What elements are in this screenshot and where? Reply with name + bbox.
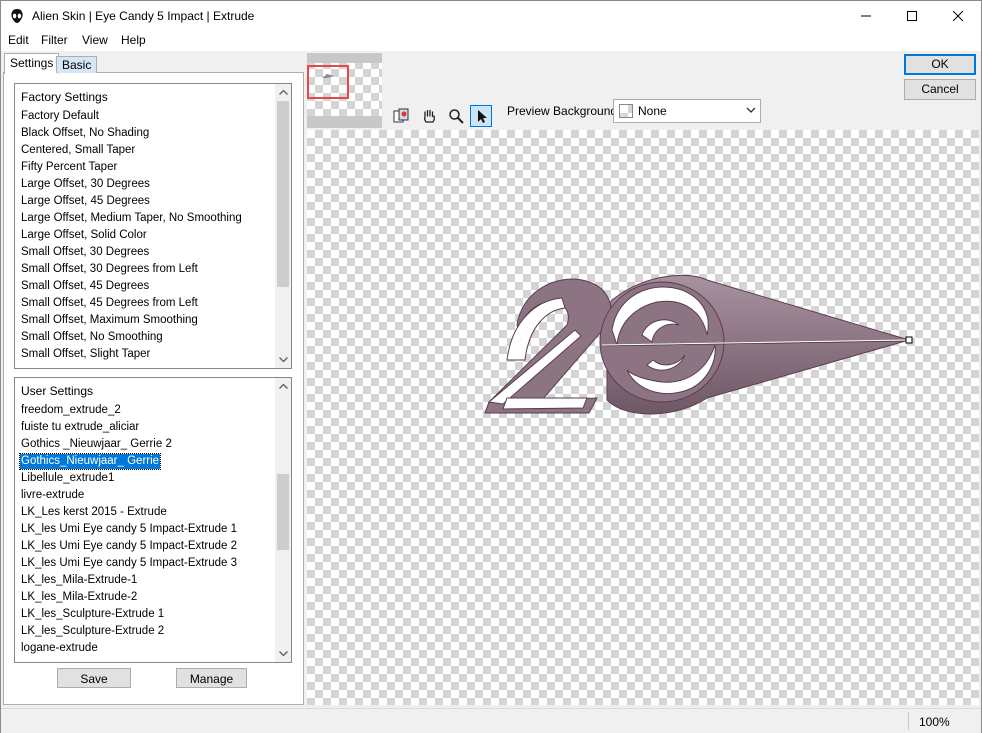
status-divider xyxy=(908,712,909,730)
factory-settings-header: Factory Settings xyxy=(21,90,108,104)
preview-background-value: None xyxy=(638,104,667,118)
user-settings-item[interactable]: freedom_extrude_2 xyxy=(20,403,122,418)
status-bar: 100% xyxy=(1,708,981,733)
minimize-button[interactable] xyxy=(843,1,889,30)
user-settings-item[interactable]: LK_Les kerst 2015 - Extrude xyxy=(20,505,168,520)
navigator-strip-bottom xyxy=(307,116,382,128)
pointer-icon xyxy=(478,110,487,123)
factory-settings-item[interactable]: Factory Default xyxy=(20,109,100,124)
user-scroll-thumb[interactable] xyxy=(277,474,289,550)
user-settings-header: User Settings xyxy=(21,384,94,398)
scroll-up-icon[interactable] xyxy=(275,378,291,394)
user-settings-item[interactable]: LK_les_Mila-Extrude-2 xyxy=(20,590,138,605)
user-settings-item[interactable]: logane-extrude xyxy=(20,641,99,656)
zoom-tool[interactable] xyxy=(445,105,467,127)
save-button[interactable]: Save xyxy=(57,668,131,688)
factory-settings-item[interactable]: Large Offset, Medium Taper, No Smoothing xyxy=(20,211,243,226)
close-icon xyxy=(953,10,963,21)
factory-scrollbar[interactable] xyxy=(275,84,291,368)
factory-settings-item[interactable]: Large Offset, 45 Degrees xyxy=(20,194,151,209)
menu-bar: Edit Filter View Help xyxy=(1,30,981,51)
preview-canvas[interactable] xyxy=(307,130,979,705)
user-settings-item[interactable]: Gothics _Nieuwjaar_ Gerrie 2 xyxy=(20,437,173,452)
factory-settings-item[interactable]: Small Offset, 45 Degrees from Left xyxy=(20,296,199,311)
scroll-down-icon[interactable] xyxy=(275,352,291,368)
maximize-icon xyxy=(907,10,917,21)
user-settings-item[interactable]: livre-extrude xyxy=(20,488,85,503)
zoom-level: 100% xyxy=(919,715,950,729)
background-swatch-icon xyxy=(619,104,633,118)
menu-view[interactable]: View xyxy=(82,33,108,47)
pointer-tool[interactable] xyxy=(470,105,492,127)
factory-settings-item[interactable]: Small Offset, 30 Degrees from Left xyxy=(20,262,199,277)
scroll-up-icon[interactable] xyxy=(275,84,291,100)
menu-filter[interactable]: Filter xyxy=(41,33,68,47)
factory-scroll-thumb[interactable] xyxy=(277,101,289,287)
navigator-strip-top xyxy=(307,53,382,63)
settings-panel: Settings Basic Factory Settings Factory … xyxy=(1,51,305,705)
preview-compare-icon xyxy=(393,108,409,123)
factory-settings-item[interactable]: Black Offset, No Shading xyxy=(20,126,150,141)
factory-settings-item[interactable]: Small Offset, Maximum Smoothing xyxy=(20,313,199,328)
ok-button[interactable]: OK xyxy=(904,54,976,75)
direction-handle[interactable] xyxy=(905,336,913,344)
factory-settings-item[interactable]: Large Offset, Solid Color xyxy=(20,228,148,243)
navigator-view-frame[interactable] xyxy=(307,65,349,99)
user-settings-item[interactable]: Libellule_extrude1 xyxy=(20,471,115,486)
manage-button[interactable]: Manage xyxy=(176,668,247,688)
user-scrollbar[interactable] xyxy=(275,378,291,662)
factory-settings-list[interactable]: Factory Settings Factory Default Black Of… xyxy=(14,83,292,369)
maximize-button[interactable] xyxy=(889,1,935,30)
user-settings-item[interactable]: LK_les_Sculpture-Extrude 1 xyxy=(20,607,165,622)
close-button[interactable] xyxy=(935,1,981,30)
factory-settings-item[interactable]: Small Offset, No Smoothing xyxy=(20,330,164,345)
user-settings-item[interactable]: LK_les_Sculpture-Extrude 2 xyxy=(20,624,165,639)
preview-background-select[interactable]: None xyxy=(613,99,761,123)
alien-head-icon xyxy=(9,8,25,24)
navigator-thumbnail[interactable] xyxy=(307,53,382,128)
menu-edit[interactable]: Edit xyxy=(8,33,29,47)
zoom-icon xyxy=(449,109,464,124)
cancel-button[interactable]: Cancel xyxy=(904,79,976,100)
scroll-down-icon[interactable] xyxy=(275,646,291,662)
user-settings-item[interactable]: LK_les Umi Eye candy 5 Impact-Extrude 3 xyxy=(20,556,238,571)
factory-settings-item[interactable]: Small Offset, 30 Degrees xyxy=(20,245,150,260)
factory-settings-item[interactable]: Centered, Small Taper xyxy=(20,143,136,158)
window-title: Alien Skin | Eye Candy 5 Impact | Extrud… xyxy=(32,9,255,23)
user-settings-item[interactable]: LK_les Umi Eye candy 5 Impact-Extrude 1 xyxy=(20,522,238,537)
extruded-artwork xyxy=(484,274,913,415)
preview-compare-tool[interactable] xyxy=(390,105,412,127)
user-settings-item[interactable]: Gothics_Nieuwjaar_ Gerrie xyxy=(18,453,162,470)
menu-help[interactable]: Help xyxy=(121,33,146,47)
factory-settings-item[interactable]: Small Offset, 45 Degrees xyxy=(20,279,150,294)
tab-settings[interactable]: Settings xyxy=(4,53,60,74)
factory-settings-item[interactable]: Small Offset, Slight Taper xyxy=(20,347,151,362)
user-settings-item[interactable]: LK_les Umi Eye candy 5 Impact-Extrude 2 xyxy=(20,539,238,554)
tab-basic[interactable]: Basic xyxy=(56,56,98,73)
user-settings-item[interactable]: LK_les_Mila-Extrude-1 xyxy=(20,573,138,588)
chevron-down-icon xyxy=(746,107,756,113)
hand-icon xyxy=(424,109,435,123)
preview-background-label: Preview Background: xyxy=(507,104,621,118)
user-settings-list[interactable]: User Settings freedom_extrude_2fuiste tu… xyxy=(14,377,292,663)
hand-tool[interactable] xyxy=(418,105,440,127)
title-bar: Alien Skin | Eye Candy 5 Impact | Extrud… xyxy=(1,1,981,30)
user-settings-item[interactable]: fuiste tu extrude_aliciar xyxy=(20,420,140,435)
factory-settings-item[interactable]: Fifty Percent Taper xyxy=(20,160,118,175)
factory-settings-item[interactable]: Large Offset, 30 Degrees xyxy=(20,177,151,192)
minimize-icon xyxy=(861,15,871,16)
